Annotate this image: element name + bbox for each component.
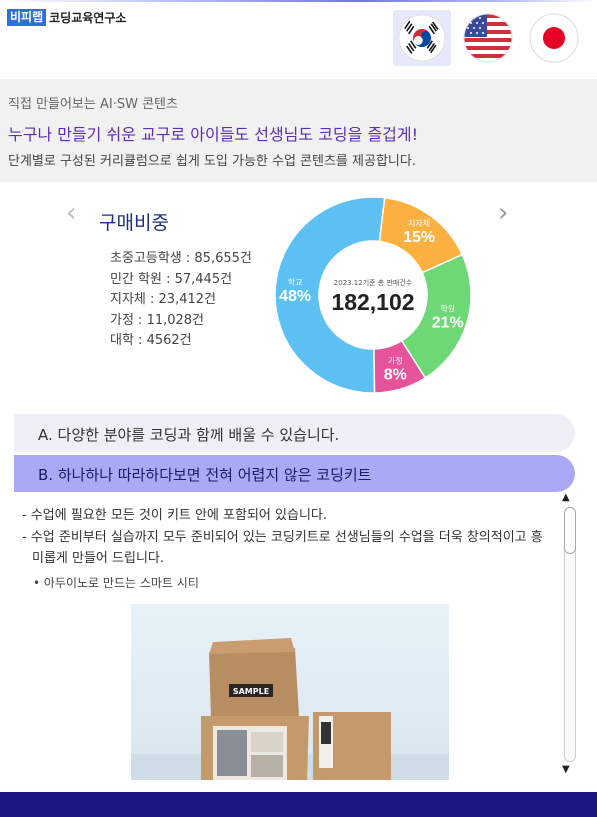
stats-item: 초중고등학생 : 85,655건 [110, 251, 252, 266]
accordion-item-b[interactable]: B. 하나하나 따라하다보면 전혀 어렵지 않은 코딩키트 [14, 455, 575, 492]
banner-description: 단계별로 구성된 커리큘럼으로 쉽게 도입 가능한 수업 콘텐츠를 제공합니다. [8, 154, 416, 169]
footer-bar [0, 792, 597, 817]
sales-donut-chart: 2023.12기준 총 판매건수 182,102 지자체15% 학원21% 가정8%… [274, 196, 472, 394]
donut-slice-label-3: 학교 [288, 277, 303, 287]
bullet-item: - 수업 준비부터 실습까지 모두 준비되어 있는 코딩키트로 선생님들의 수업… [22, 530, 543, 566]
banner-headline: 누구나 만들기 쉬운 교구로 아이들도 선생님도 코딩을 즐겁게! [8, 125, 419, 144]
stats-item: 대학 : 4562건 [110, 333, 192, 348]
logo-badge: 비피랩 [7, 9, 47, 26]
usa-flag-icon [463, 13, 513, 63]
donut-slice-value-3: 48% [279, 288, 311, 305]
content-bullets: - 수업에 필요한 모든 것이 키트 안에 포함되어 있습니다. - 수업 준비… [22, 505, 552, 570]
carousel-prev-button[interactable]: ‹ [66, 198, 76, 228]
kit-product-image: SAMPLE [131, 604, 449, 780]
donut-slice-value-1: 21% [432, 314, 464, 331]
scroll-down-arrow-icon[interactable]: ▼ [562, 764, 570, 775]
chart-center-value: 182,102 [331, 289, 414, 315]
korea-flag-icon [398, 14, 446, 62]
stats-item: 민간 학원 : 57,445건 [110, 271, 233, 287]
japan-flag-icon [529, 13, 579, 63]
logo-text: 코딩교육연구소 [49, 11, 127, 25]
donut-slice-label-1: 학원 [440, 303, 455, 313]
accordion-item-a[interactable]: A. 다양한 분야를 코딩과 함께 배울 수 있습니다. [14, 414, 575, 452]
stats-item: 가정 : 11,028건 [110, 312, 205, 328]
stats-list: 초중고등학생 : 85,655건 민간 학원 : 57,445건 지자체 : 2… [110, 249, 252, 352]
bullet-item: - 수업에 필요한 모든 것이 키트 안에 포함되어 있습니다. [22, 508, 328, 523]
donut-slice-label-2: 가정 [388, 356, 403, 366]
sample-label: SAMPLE [233, 687, 269, 696]
top-accent-line [0, 0, 597, 2]
flag-usa-button[interactable] [459, 10, 517, 66]
chart-center-caption: 2023.12기준 총 판매건수 [334, 278, 413, 287]
banner-subtitle: 직접 만들어보는 AI·SW 콘텐츠 [8, 97, 178, 112]
accordion-b-content: - 수업에 필요한 모든 것이 키트 안에 포함되어 있습니다. - 수업 준비… [0, 492, 560, 780]
flag-japan-button[interactable] [525, 10, 583, 66]
accordion-a-label: A. 다양한 분야를 코딩과 함께 배울 수 있습니다. [38, 426, 340, 444]
donut-slice-value-2: 8% [384, 367, 407, 384]
intro-banner: 직접 만들어보는 AI·SW 콘텐츠 누구나 만들기 쉬운 교구로 아이들도 선… [0, 79, 597, 182]
logo[interactable]: 비피랩 코딩교육연구소 [7, 9, 126, 26]
kit-box-illustration: SAMPLE [131, 638, 449, 780]
stats-item: 지자체 : 23,412건 [110, 292, 216, 307]
language-selector [393, 10, 591, 66]
scroll-up-arrow-icon[interactable]: ▲ [562, 492, 570, 503]
donut-slice-label-0: 지자체 [408, 218, 430, 228]
donut-slice-value-0: 15% [403, 229, 435, 246]
scrollbar-thumb[interactable] [564, 507, 576, 554]
stats-title: 구매비중 [99, 212, 169, 234]
accordion-b-label: B. 하나하나 따라하다보면 전혀 어렵지 않은 코딩키트 [38, 466, 372, 484]
carousel-next-button[interactable]: › [498, 198, 508, 228]
flag-korea-button[interactable] [393, 10, 451, 66]
kit-subitem: • 아두이노로 만드는 스마트 시티 [33, 576, 199, 590]
